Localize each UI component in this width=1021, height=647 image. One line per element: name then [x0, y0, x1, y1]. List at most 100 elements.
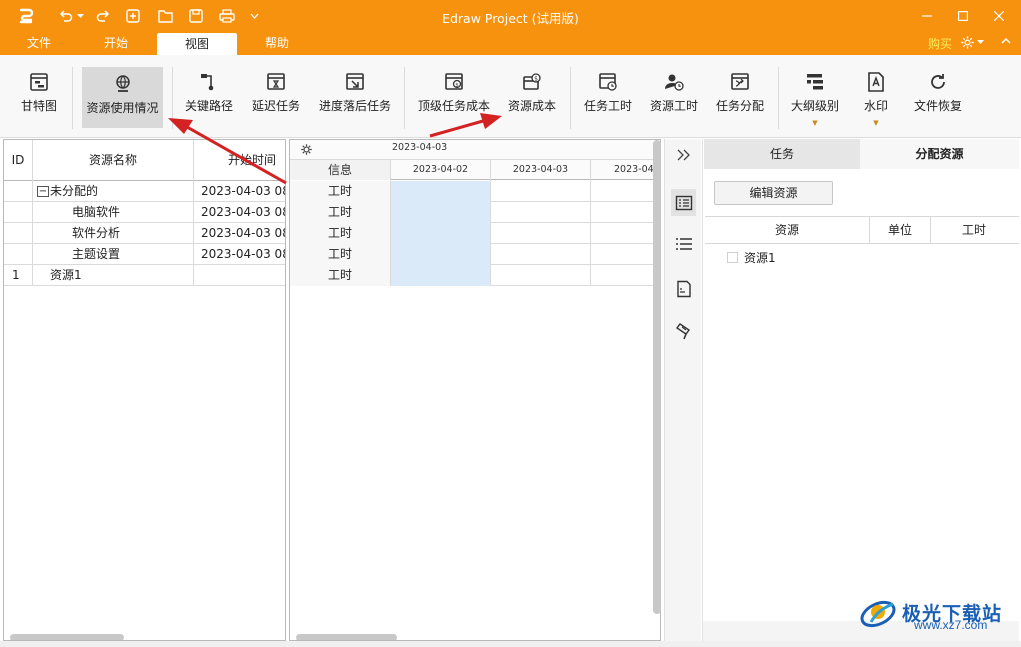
tab-file[interactable]: 文件 — [12, 32, 66, 55]
table-row[interactable]: − 未分配的 2023-04-03 08 — [4, 181, 285, 202]
horizontal-scrollbar[interactable] — [296, 634, 397, 640]
today-cell[interactable] — [391, 181, 490, 202]
maximize-button[interactable] — [945, 0, 981, 32]
grid-row[interactable]: 工时 — [290, 181, 660, 202]
resource-name: 资源1 — [50, 268, 82, 282]
date-header: 2023-04-03 — [490, 160, 590, 180]
task-assign-label: 任务分配 — [715, 99, 764, 113]
table-row[interactable]: 电脑软件 2023-04-03 08 — [4, 202, 285, 223]
timescale-top: 2023-04-03 — [290, 140, 660, 160]
critical-path-button[interactable]: 关键路径 — [180, 65, 238, 127]
table-row[interactable]: 主题设置 2023-04-03 08 — [4, 244, 286, 265]
open-folder-icon[interactable] — [154, 6, 176, 26]
resource-hours-label: 资源工时 — [649, 99, 698, 113]
task-hours-label: 任务工时 — [583, 99, 632, 113]
new-icon[interactable] — [122, 6, 144, 26]
behind-schedule-button[interactable]: 进度落后任务 — [315, 65, 395, 127]
settings-icon[interactable] — [300, 143, 313, 156]
list-icon[interactable] — [671, 232, 696, 256]
resource-item-label: 资源1 — [744, 250, 776, 265]
resource-usage-icon — [112, 73, 134, 95]
collapse-ribbon-button[interactable] — [1000, 35, 1012, 47]
column-header-hours[interactable]: 工时 — [931, 217, 1017, 243]
timescale-date-top: 2023-04-03 — [392, 142, 448, 153]
column-header-unit[interactable]: 单位 — [870, 217, 931, 243]
top-task-cost-label: 顶级任务成本 — [417, 99, 490, 113]
resource-hours-button[interactable]: 资源工时 — [645, 65, 703, 127]
task-assign-icon — [729, 71, 751, 93]
column-header-resource[interactable]: 资源 — [705, 217, 870, 243]
column-header-name[interactable]: 资源名称 — [33, 140, 193, 181]
tab-help[interactable]: 帮助 — [250, 32, 304, 55]
column-header-start[interactable]: 开始时间 — [194, 140, 285, 181]
resource-id: 1 — [12, 268, 20, 282]
settings-button[interactable] — [960, 35, 984, 50]
undo-dropdown-icon[interactable] — [75, 6, 85, 26]
table-row[interactable]: 1 资源1 — [4, 265, 285, 286]
grid-row[interactable]: 工时 — [290, 244, 660, 265]
expand-panel-icon[interactable] — [671, 143, 696, 167]
resource-cost-icon: $ — [521, 71, 543, 93]
ribbon-separator — [172, 67, 173, 129]
buy-link[interactable]: 购买 — [928, 35, 952, 52]
horizontal-scrollbar[interactable] — [10, 634, 124, 640]
resource-table-header: ID 资源名称 开始时间 — [4, 140, 285, 181]
save-icon[interactable] — [185, 6, 207, 26]
grid-row[interactable]: 工时 — [290, 223, 660, 244]
top-task-cost-button[interactable]: $ 顶级任务成本 — [414, 65, 494, 127]
print-icon[interactable] — [215, 6, 239, 26]
close-button[interactable] — [981, 0, 1017, 32]
watermark-url: www.xz7.com — [914, 618, 988, 632]
file-recovery-button[interactable]: 文件恢复 — [909, 65, 967, 127]
app-logo-icon — [14, 6, 38, 26]
resource-table: ID 资源名称 开始时间 − 未分配的 2023-04-03 08 电脑软件 2… — [3, 139, 286, 641]
today-cell[interactable] — [391, 202, 490, 223]
ribbon-separator — [404, 67, 405, 129]
task-assign-button[interactable]: 任务分配 — [711, 65, 769, 127]
top-task-cost-icon: $ — [443, 71, 465, 93]
edit-resource-button[interactable]: 编辑资源 — [714, 181, 833, 205]
format-brush-icon[interactable] — [671, 319, 696, 343]
maximize-icon — [958, 11, 968, 21]
task-info-icon[interactable] — [671, 189, 696, 216]
vertical-scrollbar[interactable] — [653, 140, 661, 614]
today-cell[interactable] — [391, 223, 490, 244]
date-header: 2023-04-02 — [390, 160, 490, 180]
delayed-task-button[interactable]: 延迟任务 — [246, 65, 306, 127]
outline-level-button[interactable]: 大纲级别 ▼ — [786, 65, 844, 127]
today-cell[interactable] — [391, 244, 490, 265]
resource-start — [201, 265, 285, 286]
note-icon[interactable] — [671, 277, 696, 301]
watermark-label: 水印 — [863, 99, 888, 113]
resource-cost-button[interactable]: $ 资源成本 — [503, 65, 561, 127]
chevron-up-icon — [1000, 35, 1012, 47]
customize-icon[interactable] — [247, 6, 261, 26]
tab-home[interactable]: 开始 — [88, 32, 144, 55]
task-hours-button[interactable]: 任务工时 — [580, 65, 636, 127]
watermark-button[interactable]: 水印 ▼ — [854, 65, 898, 127]
minimize-button[interactable] — [909, 0, 945, 32]
tab-assign-resource[interactable]: 分配资源 — [860, 139, 1019, 169]
resource-usage-button[interactable]: 资源使用情况 — [82, 67, 163, 128]
site-logo-icon — [858, 592, 898, 632]
grid-row[interactable]: 工时 — [290, 265, 660, 286]
work-label: 工时 — [290, 181, 390, 202]
assignment-table-header: 资源 单位 工时 — [705, 216, 1019, 244]
redo-icon[interactable] — [92, 6, 114, 26]
resource-item[interactable]: 资源1 — [727, 248, 776, 266]
behind-schedule-icon — [344, 71, 366, 93]
tab-view[interactable]: 视图 — [157, 33, 237, 55]
resource-start: 2023-04-03 08 — [201, 247, 286, 261]
column-header-id[interactable]: ID — [4, 140, 32, 181]
delayed-task-label: 延迟任务 — [251, 99, 300, 113]
resource-checkbox[interactable] — [727, 251, 738, 263]
collapse-toggle[interactable]: − — [37, 186, 49, 197]
ribbon-separator — [570, 67, 571, 129]
grid-row[interactable]: 工时 — [290, 202, 660, 223]
gantt-button[interactable]: 甘特图 — [10, 65, 68, 127]
today-cell[interactable] — [391, 265, 490, 286]
watermark-icon — [865, 71, 887, 93]
gear-icon — [960, 35, 975, 50]
tab-task[interactable]: 任务 — [704, 139, 860, 169]
table-row[interactable]: 软件分析 2023-04-03 08 — [4, 223, 285, 244]
